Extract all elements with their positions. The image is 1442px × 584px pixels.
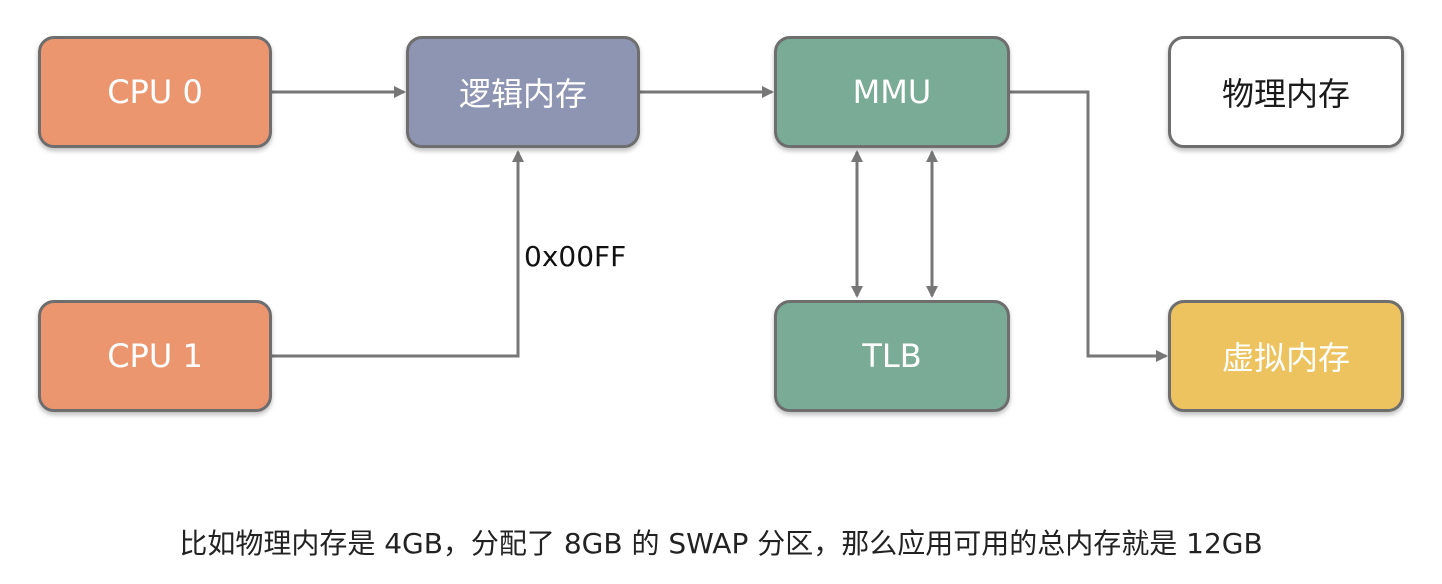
logical-memory-node: 逻辑内存 (406, 36, 640, 148)
virtual-memory-node: 虚拟内存 (1168, 300, 1404, 412)
virtual-memory-label: 虚拟内存 (1221, 339, 1350, 377)
arrow-mmu-to-virtual (1010, 90, 1168, 362)
arrow-cpu1-to-logical (272, 150, 524, 358)
address-label: 0x00FF (524, 240, 627, 273)
memory-diagram: CPU 0 CPU 1 逻辑内存 MMU TLB 物理内存 虚拟内存 0x00F… (0, 0, 1442, 584)
mmu-label: MMU (852, 73, 932, 111)
cpu0-label: CPU 0 (107, 73, 203, 111)
physical-memory-node: 物理内存 (1168, 36, 1404, 148)
tlb-label: TLB (862, 337, 922, 375)
cpu1-node: CPU 1 (38, 300, 272, 412)
cpu1-label: CPU 1 (107, 337, 203, 375)
mmu-node: MMU (774, 36, 1010, 148)
physical-memory-label: 物理内存 (1221, 75, 1350, 113)
cpu0-node: CPU 0 (38, 36, 272, 148)
tlb-node: TLB (774, 300, 1010, 412)
caption-text: 比如物理内存是 4GB，分配了 8GB 的 SWAP 分区，那么应用可用的总内存… (179, 527, 1263, 560)
logical-memory-label: 逻辑内存 (458, 75, 587, 113)
